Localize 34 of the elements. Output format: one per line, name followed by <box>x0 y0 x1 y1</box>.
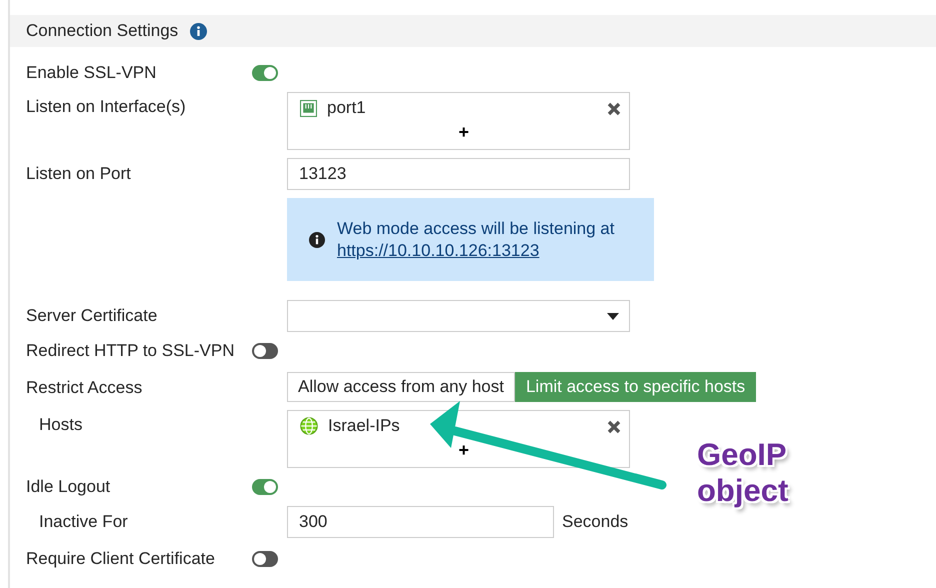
section-title: Connection Settings <box>26 20 178 42</box>
add-button[interactable]: + <box>458 123 470 141</box>
selected-entry: Israel-IPs <box>328 415 400 437</box>
unit-label: Seconds <box>562 511 628 533</box>
info-text: Web mode access will be listening at <box>337 218 614 238</box>
toggle-switch[interactable] <box>252 551 278 567</box>
url-link[interactable]: https://10.10.10.126:13123 <box>337 240 540 260</box>
segment-option[interactable]: Allow access from any host <box>287 372 515 402</box>
field-label: Restrict Access <box>26 377 144 399</box>
field-label: Require Client Certificate <box>26 548 216 570</box>
field-label: Server Certificate <box>26 305 158 327</box>
caret-icon <box>607 312 619 320</box>
toggle-switch[interactable] <box>252 343 278 359</box>
multi-select-field[interactable]: port1 + <box>287 92 630 150</box>
network-port-icon <box>300 100 317 116</box>
info-icon[interactable] <box>190 22 208 40</box>
annotation-label: GeoIP object <box>697 437 790 509</box>
selected-entry: port1 <box>327 97 366 119</box>
field-label: Listen on Interface(s) <box>26 96 187 118</box>
globe-icon <box>300 417 318 435</box>
add-button[interactable]: + <box>458 441 470 459</box>
text-input[interactable]: 300 <box>287 506 554 538</box>
dropdown-field[interactable] <box>287 300 630 332</box>
toggle-switch[interactable] <box>252 479 278 495</box>
field-label: Inactive For <box>39 511 129 533</box>
field-label: Idle Logout <box>26 476 112 498</box>
toggle-switch[interactable] <box>252 65 278 81</box>
field-label: Enable SSL-VPN <box>26 62 158 84</box>
info-icon <box>309 232 325 248</box>
field-label: Listen on Port <box>26 163 132 185</box>
multi-select-field[interactable]: Israel-IPs + <box>287 410 630 468</box>
text-input[interactable]: 13123 <box>287 158 630 190</box>
field-label: Hosts <box>39 414 84 436</box>
field-label: Redirect HTTP to SSL-VPN <box>26 340 236 362</box>
